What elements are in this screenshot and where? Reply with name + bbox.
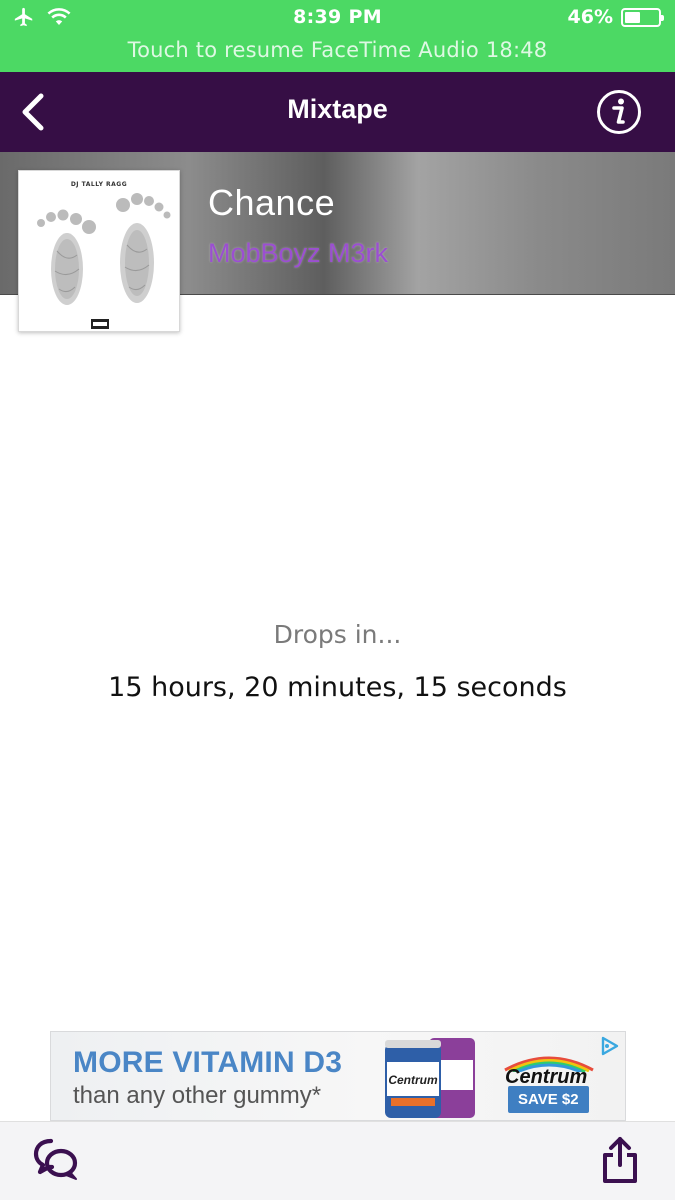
- battery-fill: [625, 11, 640, 23]
- info-button[interactable]: [591, 84, 647, 140]
- comments-button[interactable]: [30, 1134, 84, 1188]
- share-icon: [603, 1137, 637, 1183]
- page-title: Mixtape: [287, 94, 388, 124]
- ad-save-button[interactable]: SAVE $2: [508, 1086, 589, 1113]
- ad-headline: MORE VITAMIN D3: [73, 1046, 343, 1079]
- facetime-resume-banner[interactable]: Touch to resume FaceTime Audio 18:48: [0, 38, 675, 68]
- track-artist[interactable]: MobBoyz M3rk: [208, 238, 388, 269]
- ad-banner[interactable]: MORE VITAMIN D3 than any other gummy* Ce…: [50, 1031, 626, 1121]
- battery-icon: [621, 7, 664, 27]
- info-icon: [597, 90, 641, 134]
- share-button[interactable]: [595, 1132, 645, 1188]
- release-countdown: 15 hours, 20 minutes, 15 seconds: [108, 672, 567, 703]
- chat-bubbles-icon: [33, 1138, 78, 1180]
- drops-in-label: Drops in...: [273, 620, 402, 649]
- battery-percent: 46%: [567, 6, 613, 28]
- svg-text:Centrum: Centrum: [388, 1073, 438, 1087]
- footprints-artwork-image: [37, 193, 171, 329]
- status-row: 8:39 PM 46%: [0, 0, 675, 38]
- ad-subline: than any other gummy*: [73, 1082, 322, 1109]
- status-bar: 8:39 PM 46% Touch to resume FaceTime Aud…: [0, 0, 675, 72]
- track-title: Chance: [208, 182, 336, 223]
- album-artwork[interactable]: DJ TALLY RAGG: [18, 170, 180, 332]
- bottom-toolbar: [0, 1121, 675, 1200]
- vitamin-bottles-image: Centrum: [385, 1038, 475, 1118]
- status-battery: 46%: [567, 6, 664, 28]
- adchoices-icon[interactable]: [599, 1035, 621, 1057]
- navigation-bar: Mixtape: [0, 72, 675, 152]
